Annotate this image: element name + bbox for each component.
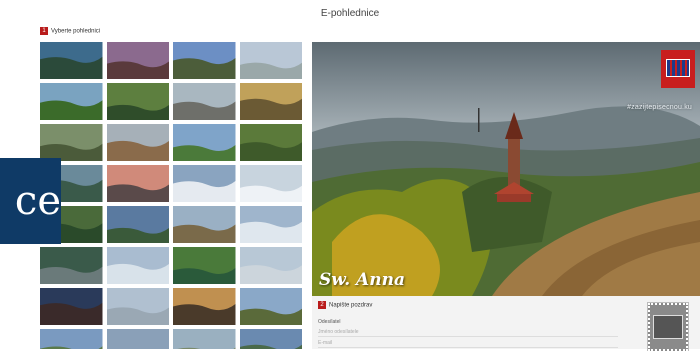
- thumb-birch-forest[interactable]: [239, 124, 302, 161]
- thumb-green-hills[interactable]: [173, 124, 236, 161]
- thumb-wide-valley[interactable]: [239, 288, 302, 325]
- step-1-badge: 1: [40, 27, 48, 35]
- postcard-grid: [40, 42, 306, 349]
- sender-email-input[interactable]: [318, 338, 618, 348]
- thumb-forest-valley[interactable]: [40, 83, 103, 120]
- logo-mark-icon: [666, 59, 690, 77]
- step-2-label: Napište pozdrav: [329, 302, 373, 309]
- thumb-tower-dusk[interactable]: [173, 42, 236, 79]
- preview-place-name: Sw. Anna: [319, 270, 405, 290]
- thumb-night-sky[interactable]: [40, 288, 103, 325]
- thumb-cottage[interactable]: [106, 83, 169, 120]
- thumb-forest-lake[interactable]: [173, 247, 236, 284]
- thumb-hill-monument[interactable]: [106, 206, 169, 243]
- thumb-bottom-4[interactable]: [239, 329, 302, 349]
- thumb-bottom-3[interactable]: [173, 329, 236, 349]
- page-title: E-pohlednice: [320, 8, 380, 19]
- sender-label: Odesílatel: [318, 319, 341, 325]
- thumb-lake-forest[interactable]: [40, 42, 103, 79]
- thumb-tower-sunset[interactable]: [173, 288, 236, 325]
- thumb-frost-lookout[interactable]: [106, 288, 169, 325]
- step-2-header: 2 Napište pozdrav: [318, 301, 372, 309]
- sender-name-input[interactable]: [318, 327, 618, 337]
- thumb-snow-valley[interactable]: [106, 247, 169, 284]
- thumb-castle-ruin[interactable]: [106, 124, 169, 161]
- thumb-road[interactable]: [173, 83, 236, 120]
- greeting-form: 2 Napište pozdrav Odesílatel: [312, 296, 700, 351]
- thumb-village-sunset[interactable]: [106, 165, 169, 202]
- thumb-bottom-2[interactable]: [106, 329, 169, 349]
- thumb-sunset-hills[interactable]: [106, 42, 169, 79]
- thumb-winter-lookout[interactable]: [239, 165, 302, 202]
- step-1-header: 1 Vyberte pohlednici: [40, 27, 100, 35]
- thumb-snow-field[interactable]: [173, 165, 236, 202]
- step-2-badge: 2: [318, 301, 326, 309]
- thumb-rock-ruin[interactable]: [40, 124, 103, 161]
- thumb-bottom-1[interactable]: [40, 329, 103, 349]
- postcard-preview: #zazijtepisecnou.ku Sw. Anna: [312, 42, 700, 296]
- preview-image: [312, 42, 700, 296]
- stamp-icon: [647, 302, 689, 351]
- thumb-forest-path[interactable]: [239, 83, 302, 120]
- overlay-banner: ce: [0, 158, 61, 244]
- thumb-winter-tower[interactable]: [239, 206, 302, 243]
- thumb-castle-snow[interactable]: [239, 247, 302, 284]
- thumb-snow-lookout[interactable]: [239, 42, 302, 79]
- brand-logo: [661, 50, 695, 88]
- step-1-label: Vyberte pohlednici: [51, 28, 101, 35]
- thumb-waterfall[interactable]: [40, 247, 103, 284]
- preview-hashtag: #zazijtepisecnou.ku: [627, 104, 692, 111]
- thumb-old-tower[interactable]: [173, 206, 236, 243]
- stamp-inner: [653, 315, 683, 339]
